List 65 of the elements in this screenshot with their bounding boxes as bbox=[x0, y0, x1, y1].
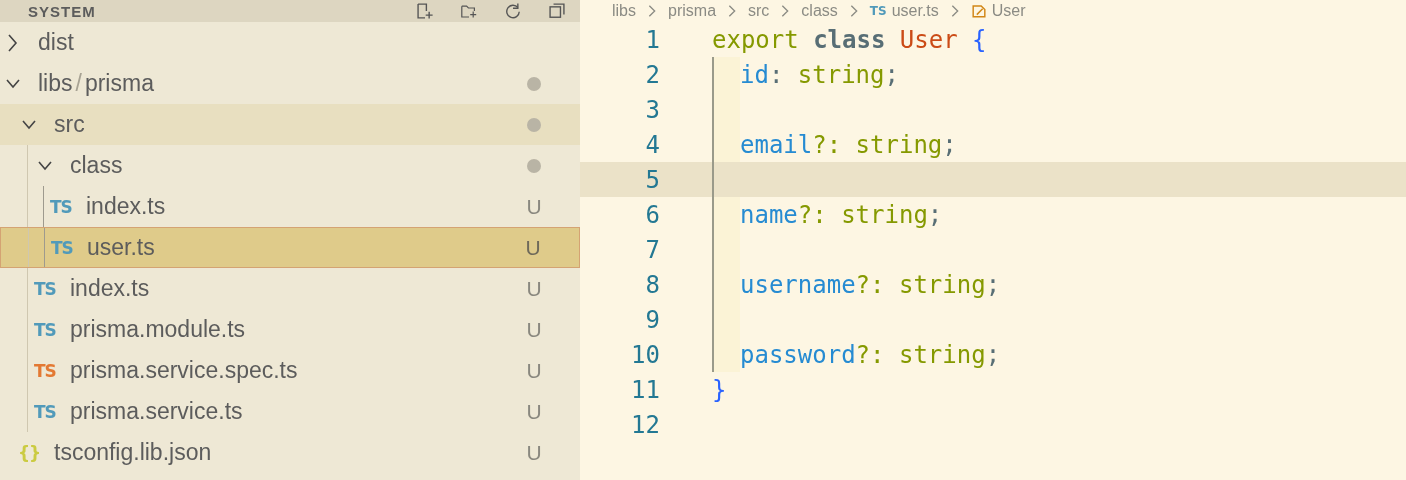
line-number: 6 bbox=[644, 200, 660, 229]
git-status-label: U bbox=[526, 358, 542, 383]
code-text: id: string; bbox=[740, 60, 899, 89]
file-name: prisma.service.ts bbox=[70, 398, 244, 425]
git-status-label: U bbox=[525, 235, 541, 260]
collapse-all-icon[interactable] bbox=[548, 2, 566, 20]
line-number: 2 bbox=[644, 60, 660, 89]
breadcrumb-item[interactable]: class bbox=[801, 2, 838, 20]
line-number: 9 bbox=[644, 305, 660, 334]
file-row[interactable]: TS user.ts U bbox=[0, 227, 580, 268]
line-number: 12 bbox=[630, 410, 660, 439]
file-type-icon: TS bbox=[51, 237, 73, 258]
code-text: export class User { bbox=[712, 25, 987, 54]
file-name: prisma.module.ts bbox=[70, 316, 247, 343]
file-type-icon: TS bbox=[50, 196, 72, 217]
file-type-icon: TS bbox=[34, 360, 56, 381]
code-text: } bbox=[712, 375, 727, 404]
breadcrumb-item[interactable]: src bbox=[748, 2, 770, 20]
explorer-title: SYSTEM bbox=[28, 2, 97, 20]
refresh-icon[interactable] bbox=[504, 2, 522, 20]
folder-row[interactable]: class bbox=[0, 145, 580, 186]
code-text: password?: string; bbox=[740, 340, 1001, 369]
file-row[interactable]: TS prisma.module.ts U bbox=[0, 309, 580, 350]
folder-row[interactable]: dist bbox=[0, 22, 580, 63]
file-row[interactable]: TS prisma.service.spec.ts U bbox=[0, 350, 580, 391]
git-status-label: U bbox=[526, 194, 542, 219]
file-type-icon: {} bbox=[18, 442, 41, 463]
code-text: username?: string; bbox=[740, 270, 1001, 299]
code-text: name?: string; bbox=[740, 200, 943, 229]
folder-row[interactable]: src bbox=[0, 104, 580, 145]
class-symbol-icon bbox=[970, 3, 987, 19]
file-type-icon: TS bbox=[34, 278, 56, 299]
file-name: tsconfig.lib.json bbox=[54, 439, 213, 466]
line-number: 10 bbox=[630, 340, 660, 369]
line-number: 11 bbox=[630, 375, 660, 404]
line-number: 5 bbox=[644, 165, 660, 194]
line-number: 4 bbox=[644, 130, 660, 159]
file-name: class bbox=[70, 152, 124, 179]
file-name: user.ts bbox=[87, 234, 156, 261]
line-number: 3 bbox=[644, 95, 660, 124]
line-number: 7 bbox=[644, 235, 660, 264]
file-row[interactable]: TS prisma.service.ts U bbox=[0, 391, 580, 432]
breadcrumb-item[interactable]: TS user.ts bbox=[869, 2, 939, 20]
folder-row[interactable]: libs/prisma bbox=[0, 63, 580, 104]
file-type-icon: TS bbox=[34, 319, 56, 340]
breadcrumb-item[interactable]: User bbox=[970, 2, 1026, 20]
file-row[interactable]: {} tsconfig.lib.json U bbox=[0, 432, 580, 473]
file-name: src bbox=[54, 111, 86, 138]
breadcrumb-item[interactable]: prisma bbox=[668, 2, 717, 20]
file-name: dist bbox=[38, 29, 75, 56]
code-text: email?: string; bbox=[740, 130, 957, 159]
line-number: 1 bbox=[644, 25, 660, 54]
git-status-label: U bbox=[526, 440, 542, 465]
git-status-label: U bbox=[526, 317, 542, 342]
line-number: 8 bbox=[644, 270, 660, 299]
file-row[interactable]: TS index.ts U bbox=[0, 268, 580, 309]
new-file-icon[interactable] bbox=[416, 2, 434, 20]
file-name: libs/prisma bbox=[38, 70, 155, 97]
file-name: index.ts bbox=[70, 275, 151, 302]
breadcrumb-item[interactable]: libs bbox=[612, 2, 636, 20]
git-status-label: U bbox=[526, 399, 542, 424]
file-type-icon: TS bbox=[34, 401, 56, 422]
file-name: index.ts bbox=[86, 193, 167, 220]
git-status-label: U bbox=[526, 276, 542, 301]
file-name: prisma.service.spec.ts bbox=[70, 357, 299, 384]
